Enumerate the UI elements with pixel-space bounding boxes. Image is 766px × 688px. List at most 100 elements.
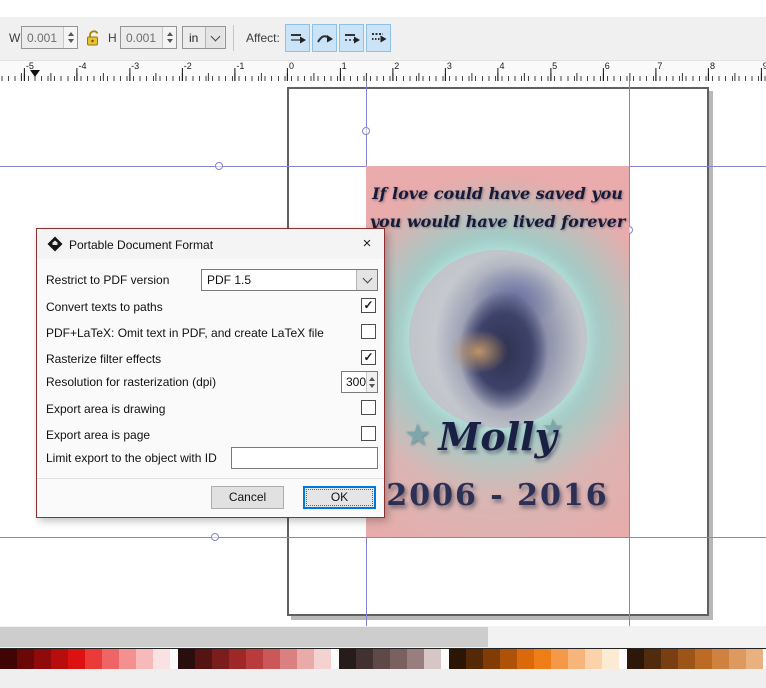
pdf-version-dropdown[interactable]: PDF 1.5	[201, 269, 378, 291]
palette-swatch[interactable]	[466, 649, 483, 669]
dialog-titlebar[interactable]: Portable Document Format ×	[37, 229, 384, 259]
pdf-latex-label: PDF+LaTeX: Omit text in PDF, and create …	[46, 326, 324, 340]
scrollbar-thumb[interactable]	[0, 627, 488, 647]
units-dropdown-button[interactable]	[205, 27, 224, 48]
guide-anchor[interactable]	[211, 533, 219, 541]
palette-swatch[interactable]	[407, 649, 424, 669]
palette-swatch[interactable]	[602, 649, 619, 669]
palette-swatch[interactable]	[746, 649, 763, 669]
units-dropdown[interactable]: in	[182, 26, 226, 49]
palette-swatch[interactable]	[483, 649, 500, 669]
color-palette	[0, 648, 766, 669]
palette-swatch[interactable]	[644, 649, 661, 669]
palette-swatch[interactable]	[449, 649, 466, 669]
palette-swatch[interactable]	[424, 649, 441, 669]
units-value: in	[189, 31, 199, 45]
palette-swatch[interactable]	[678, 649, 695, 669]
palette-swatch[interactable]	[390, 649, 407, 669]
limit-id-input[interactable]	[231, 447, 378, 469]
guide-anchor[interactable]	[362, 127, 370, 135]
close-icon[interactable]: ×	[350, 229, 384, 259]
ruler-tick-label: -5	[25, 61, 34, 71]
convert-texts-checkbox[interactable]: ✓	[361, 298, 376, 313]
drawing-canvas[interactable]: If love could have saved you you would h…	[0, 81, 766, 626]
affect-move-patterns-button[interactable]	[366, 24, 391, 52]
palette-swatch[interactable]	[102, 649, 119, 669]
export-drawing-label: Export area is drawing	[46, 402, 166, 416]
palette-swatch[interactable]	[68, 649, 85, 669]
resolution-value: 300	[346, 375, 367, 389]
palette-swatch[interactable]	[551, 649, 568, 669]
palette-swatch[interactable]	[695, 649, 712, 669]
palette-swatch[interactable]	[195, 649, 212, 669]
height-spinner[interactable]	[162, 27, 176, 48]
palette-swatch[interactable]	[119, 649, 136, 669]
palette-swatch[interactable]	[0, 649, 17, 669]
palette-swatch[interactable]	[153, 649, 170, 669]
palette-swatch[interactable]	[661, 649, 678, 669]
palette-swatch[interactable]	[356, 649, 373, 669]
resolution-input[interactable]: 300	[341, 371, 378, 393]
palette-swatch[interactable]	[246, 649, 263, 669]
title-strip	[0, 0, 766, 17]
pdf-latex-checkbox[interactable]	[361, 324, 376, 339]
palette-swatch[interactable]	[339, 649, 356, 669]
palette-swatch[interactable]	[263, 649, 280, 669]
palette-swatch[interactable]	[178, 649, 195, 669]
export-page-checkbox[interactable]	[361, 426, 376, 441]
palette-swatch[interactable]	[229, 649, 246, 669]
pdf-export-dialog: Portable Document Format × Restrict to P…	[36, 228, 385, 518]
palette-swatch[interactable]	[297, 649, 314, 669]
palette-swatch[interactable]	[568, 649, 585, 669]
height-input[interactable]: 0.001	[120, 26, 177, 49]
affect-scale-stroke-button[interactable]	[285, 24, 310, 52]
palette-swatch[interactable]	[585, 649, 602, 669]
affect-move-gradients-button[interactable]	[339, 24, 364, 52]
ruler-tick-label: 5	[552, 61, 558, 71]
limit-id-label: Limit export to the object with ID	[46, 451, 217, 465]
width-spinner[interactable]	[63, 27, 77, 48]
height-label: H	[108, 31, 117, 45]
palette-swatch[interactable]	[627, 649, 644, 669]
ok-button[interactable]: OK	[303, 486, 376, 509]
palette-swatch[interactable]	[85, 649, 102, 669]
quote-line-1: If love could have saved you	[372, 184, 623, 203]
move-gradients-arrow-icon	[344, 34, 360, 44]
pdf-version-dropdown-button[interactable]	[356, 270, 377, 290]
palette-swatch[interactable]	[314, 649, 331, 669]
palette-swatch[interactable]	[373, 649, 390, 669]
memorial-artwork[interactable]: If love could have saved you you would h…	[366, 166, 629, 537]
dialog-title: Portable Document Format	[69, 238, 214, 252]
affect-scale-corners-button[interactable]	[312, 24, 337, 52]
affect-label: Affect:	[246, 31, 280, 45]
palette-swatch[interactable]	[34, 649, 51, 669]
width-value: 0.001	[27, 31, 58, 45]
horizontal-ruler[interactable]: -5 -4 -3 -2 -1 0 1 2 3 4 5 6 7 8 9	[0, 61, 766, 81]
horizontal-scrollbar[interactable]	[0, 626, 766, 648]
cancel-button[interactable]: Cancel	[211, 486, 284, 509]
ruler-tick-label: -4	[78, 61, 87, 71]
palette-swatch[interactable]	[517, 649, 534, 669]
guide-anchor[interactable]	[215, 162, 223, 170]
palette-swatch[interactable]	[500, 649, 517, 669]
width-input[interactable]: 0.001	[21, 26, 78, 49]
ruler-tick-label: 8	[710, 61, 716, 71]
rasterize-label: Rasterize filter effects	[46, 352, 162, 366]
vertical-guide-right[interactable]	[629, 81, 630, 626]
palette-swatch[interactable]	[51, 649, 68, 669]
open-padlock-icon[interactable]	[86, 29, 101, 46]
ruler-tick-label: -1	[236, 61, 245, 71]
scale-stroke-arrow-icon	[290, 34, 306, 44]
horizontal-guide-bottom[interactable]	[0, 537, 766, 538]
ruler-tick-label: 1	[341, 61, 347, 71]
resolution-spinner[interactable]	[366, 372, 377, 392]
palette-swatch[interactable]	[136, 649, 153, 669]
palette-swatch[interactable]	[212, 649, 229, 669]
rasterize-checkbox[interactable]: ✓	[361, 350, 376, 365]
palette-swatch[interactable]	[534, 649, 551, 669]
palette-swatch[interactable]	[280, 649, 297, 669]
export-drawing-checkbox[interactable]	[361, 400, 376, 415]
palette-swatch[interactable]	[712, 649, 729, 669]
palette-swatch[interactable]	[17, 649, 34, 669]
palette-swatch[interactable]	[729, 649, 746, 669]
